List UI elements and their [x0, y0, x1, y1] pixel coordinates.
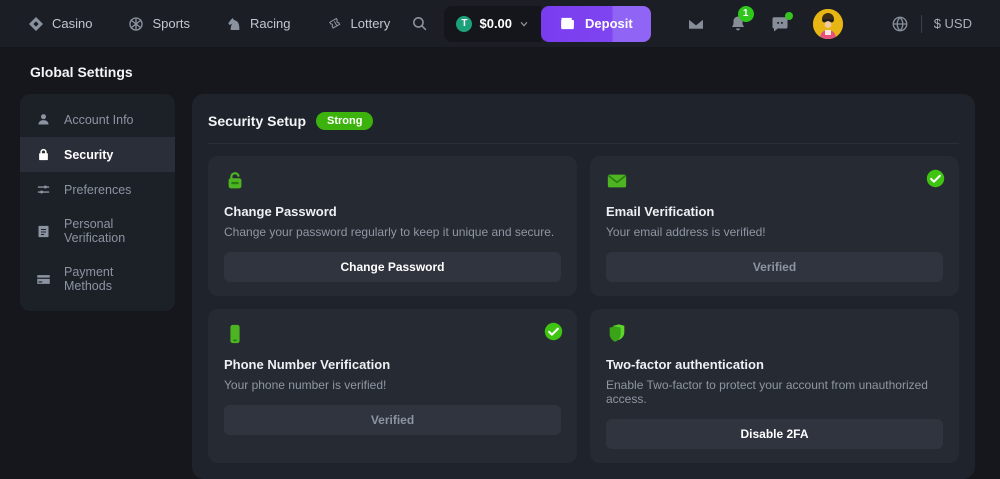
notifications-button[interactable]: 1: [729, 15, 747, 33]
card-icon-wrap: [224, 322, 561, 346]
sidebar-item-label: Payment Methods: [64, 265, 159, 293]
locale-currency: $ USD: [891, 15, 972, 33]
panel-title: Security Setup: [208, 113, 306, 129]
sidebar-item-label: Preferences: [64, 183, 131, 197]
wallet-group: T $0.00 Deposit: [444, 6, 650, 42]
email-verification-card: Email Verification Your email address is…: [590, 156, 959, 296]
card-title: Phone Number Verification: [224, 357, 561, 372]
top-navbar: Casino Sports Racing Lottery T $0.00: [0, 0, 1000, 47]
sidebar-item-payment-methods[interactable]: Payment Methods: [20, 255, 175, 303]
sidebar-item-label: Personal Verification: [64, 217, 159, 245]
divider: [208, 143, 959, 144]
vertical-divider: [921, 15, 922, 33]
security-cards: Change Password Change your password reg…: [208, 156, 959, 463]
mail-icon: [606, 170, 628, 192]
phone-icon: [224, 323, 246, 345]
globe-icon[interactable]: [891, 15, 909, 33]
deposit-button[interactable]: Deposit: [541, 6, 651, 42]
card-description: Your phone number is verified!: [224, 378, 561, 392]
settings-sidebar: Account Info Security Preferences Person…: [20, 94, 175, 311]
security-panel: Security Setup Strong Change Password Ch…: [192, 94, 975, 479]
disable-2fa-button[interactable]: Disable 2FA: [606, 419, 943, 449]
navbar-icon-group: 1 $ USD: [687, 9, 972, 39]
sidebar-item-preferences[interactable]: Preferences: [20, 172, 175, 207]
email-verified-button[interactable]: Verified: [606, 252, 943, 282]
chevron-down-icon: [519, 19, 529, 29]
sidebar-item-security[interactable]: Security: [20, 137, 175, 172]
nav-item-label: Sports: [152, 16, 190, 31]
page-title: Global Settings: [30, 64, 975, 80]
shield-icon: [606, 323, 628, 345]
sidebar-item-label: Account Info: [64, 113, 134, 127]
verified-check-icon: [926, 169, 945, 188]
user-icon: [36, 112, 51, 127]
nav-item-label: Casino: [52, 16, 92, 31]
two-factor-card: Two-factor authentication Enable Two-fac…: [590, 309, 959, 463]
credit-card-icon: [36, 272, 51, 287]
card-icon-wrap: [606, 322, 943, 346]
card-description: Change your password regularly to keep i…: [224, 225, 561, 239]
nav-item-label: Racing: [250, 16, 290, 31]
lottery-icon: [327, 16, 343, 32]
notification-badge: 1: [738, 6, 754, 22]
card-description: Enable Two-factor to protect your accoun…: [606, 378, 943, 406]
tether-coin-icon: T: [456, 16, 472, 32]
card-title: Change Password: [224, 204, 561, 219]
main-nav: Casino Sports Racing Lottery: [28, 16, 390, 32]
sidebar-item-label: Security: [64, 148, 113, 162]
card-description: Your email address is verified!: [606, 225, 943, 239]
verified-check-icon: [544, 322, 563, 341]
nav-item-label: Lottery: [351, 16, 391, 31]
unlock-icon: [224, 170, 246, 192]
sidebar-item-account-info[interactable]: Account Info: [20, 102, 175, 137]
card-icon-wrap: [224, 169, 561, 193]
card-title: Two-factor authentication: [606, 357, 943, 372]
racing-icon: [226, 16, 242, 32]
avatar-image: [813, 9, 843, 39]
balance-amount: $0.00: [479, 16, 512, 31]
chat-online-dot: [785, 12, 793, 20]
casino-icon: [28, 16, 44, 32]
envelope-icon: [687, 15, 705, 33]
deposit-label: Deposit: [585, 16, 633, 31]
navbar-right: T $0.00 Deposit 1: [411, 6, 972, 42]
phone-verification-card: Phone Number Verification Your phone num…: [208, 309, 577, 463]
sports-icon: [128, 16, 144, 32]
nav-item-sports[interactable]: Sports: [128, 16, 190, 32]
card-icon-wrap: [606, 169, 943, 193]
sidebar-item-personal-verification[interactable]: Personal Verification: [20, 207, 175, 255]
change-password-button[interactable]: Change Password: [224, 252, 561, 282]
card-title: Email Verification: [606, 204, 943, 219]
settings-page: Global Settings Account Info Security Pr…: [0, 47, 1000, 479]
document-icon: [36, 224, 51, 239]
nav-item-casino[interactable]: Casino: [28, 16, 92, 32]
balance-selector[interactable]: T $0.00: [444, 6, 541, 42]
strength-badge: Strong: [316, 112, 373, 130]
lock-icon: [36, 147, 51, 162]
wallet-icon: [559, 15, 576, 32]
currency-selector[interactable]: $ USD: [934, 16, 972, 31]
search-icon: [411, 15, 428, 32]
nav-item-racing[interactable]: Racing: [226, 16, 290, 32]
sliders-icon: [36, 182, 51, 197]
messages-button[interactable]: [687, 15, 705, 33]
nav-item-lottery[interactable]: Lottery: [327, 16, 391, 32]
user-avatar[interactable]: [813, 9, 843, 39]
change-password-card: Change Password Change your password reg…: [208, 156, 577, 296]
chat-button[interactable]: [771, 15, 789, 33]
search-button[interactable]: [411, 15, 428, 32]
phone-verified-button[interactable]: Verified: [224, 405, 561, 435]
